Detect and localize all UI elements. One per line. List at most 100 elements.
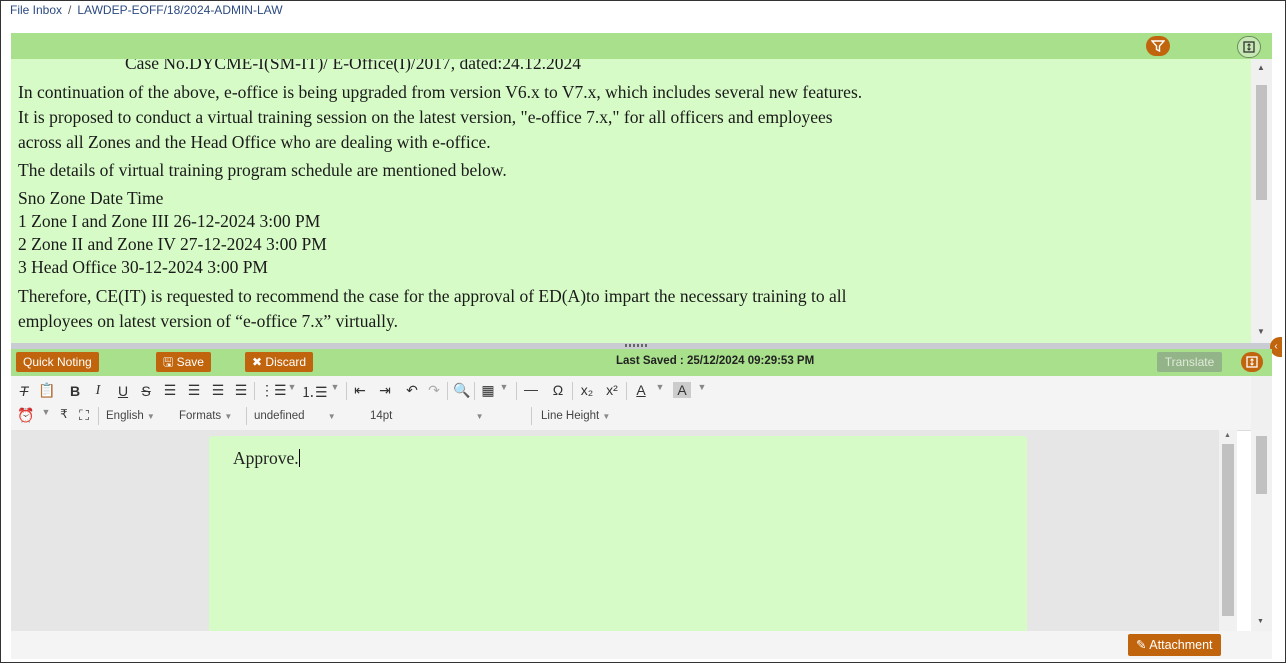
line-height-dropdown[interactable]: Line Height ▼ — [541, 410, 610, 422]
undo-icon[interactable]: ↶ — [403, 382, 421, 399]
toolbar-divider — [254, 382, 255, 400]
schedule-row: 1 Zone I and Zone III 26-12-2024 3:00 PM — [18, 211, 321, 231]
breadcrumb: File Inbox / LAWDEP-EOFF/18/2024-ADMIN-LAW — [10, 0, 283, 22]
splitter-grip-icon[interactable] — [625, 344, 649, 347]
scroll-up-icon[interactable]: ▲ — [1224, 432, 1231, 439]
scroll-down-icon[interactable]: ▼ — [1257, 327, 1265, 336]
chevron-down-icon[interactable]: ▼ — [693, 382, 711, 392]
quick-noting-button[interactable]: Quick Noting — [16, 352, 99, 372]
toolbar-divider — [626, 382, 627, 400]
attachment-button[interactable]: ✎ Attachment — [1128, 634, 1221, 656]
paste-icon[interactable]: 📋 — [38, 382, 56, 399]
background-color-icon[interactable]: A — [673, 382, 691, 398]
note-paragraph-line: It is proposed to conduct a virtual trai… — [18, 107, 833, 127]
outdent-icon[interactable]: ⇤ — [351, 382, 369, 399]
editor-outer-scrollbar[interactable]: ▼ — [1251, 430, 1272, 631]
line-height-value: Line Height — [541, 410, 600, 422]
align-right-icon[interactable]: ☰ — [209, 382, 227, 399]
toolbar-divider — [346, 382, 347, 400]
justify-icon[interactable]: ☰ — [232, 382, 250, 399]
notes-expand-button[interactable] — [1237, 36, 1261, 58]
notes-scrollbar[interactable]: ▲ ▼ — [1251, 59, 1272, 343]
bottom-bar: ✎ Attachment — [11, 631, 1272, 659]
indent-icon[interactable]: ⇥ — [376, 382, 394, 399]
close-icon: ✖ — [252, 355, 263, 369]
schedule-row: 3 Head Office 30-12-2024 3:00 PM — [18, 257, 268, 277]
bold-icon[interactable]: B — [66, 383, 84, 399]
note-paragraph-line: In continuation of the above, e-office i… — [18, 82, 863, 102]
chevron-down-icon[interactable]: ▼ — [495, 382, 513, 392]
toolbar-divider — [531, 407, 532, 425]
underline-icon[interactable]: U — [114, 383, 132, 399]
toolbar-divider — [572, 382, 573, 400]
schedule-header: Sno Zone Date Time — [18, 188, 164, 208]
scroll-up-icon[interactable]: ▲ — [1257, 63, 1265, 72]
last-saved-status: Last Saved : 25/12/2024 09:29:53 PM — [616, 355, 815, 367]
scrollbar-thumb[interactable] — [1256, 436, 1267, 494]
expand-icon — [1246, 356, 1258, 368]
scroll-down-icon[interactable]: ▼ — [1257, 618, 1264, 625]
chevron-left-icon: ‹ — [1274, 341, 1278, 352]
editor-outer-scrollbar-top[interactable] — [1251, 376, 1272, 430]
font-size-dropdown[interactable]: 14pt ▼ — [370, 410, 484, 422]
attachment-label: Attachment — [1149, 638, 1213, 652]
align-center-icon[interactable]: ☰ — [185, 382, 203, 399]
clear-format-icon[interactable]: T — [15, 383, 33, 399]
chevron-down-icon: ▼ — [224, 412, 233, 421]
scrollbar-thumb[interactable] — [1256, 85, 1267, 200]
text-color-icon[interactable]: A — [632, 382, 650, 398]
bullet-list-icon[interactable]: ⋮☰ — [260, 382, 287, 399]
chevron-down-icon[interactable]: ▼ — [283, 382, 301, 392]
language-value: English — [106, 410, 144, 422]
note-content: Case No.DYCME-I(SM-IT)/ E-Office(I)/2017… — [11, 59, 1251, 343]
schedule-row: 2 Zone II and Zone IV 27-12-2024 3:00 PM — [18, 234, 327, 254]
rupee-icon[interactable]: ₹ — [55, 407, 73, 421]
toolbar-divider — [516, 382, 517, 400]
strikethrough-icon[interactable]: S — [137, 383, 155, 399]
special-character-icon[interactable]: Ω — [549, 382, 567, 398]
chevron-down-icon[interactable]: ▼ — [326, 382, 344, 392]
find-icon[interactable]: 🔍 — [453, 382, 471, 399]
save-label: Save — [176, 355, 204, 369]
note-paragraph-line: employees on latest version of “e-office… — [18, 311, 399, 331]
italic-icon[interactable]: I — [89, 383, 107, 399]
editor-inner-scrollbar[interactable]: ▲ — [1219, 430, 1237, 631]
case-reference-line: Case No.DYCME-I(SM-IT)/ E-Office(I)/2017… — [125, 59, 582, 73]
breadcrumb-file[interactable]: LAWDEP-EOFF/18/2024-ADMIN-LAW — [77, 3, 282, 17]
subscript-icon[interactable]: x₂ — [578, 382, 596, 398]
filter-button[interactable] — [1146, 36, 1170, 56]
chevron-down-icon[interactable]: ▼ — [37, 407, 55, 417]
font-family-dropdown[interactable]: undefined ▼ — [254, 410, 336, 422]
text-caret — [298, 449, 300, 467]
superscript-icon[interactable]: x² — [603, 382, 621, 398]
note-paragraph-line: Therefore, CE(IT) is requested to recomm… — [18, 286, 847, 306]
redo-icon[interactable]: ↷ — [425, 382, 443, 399]
horizontal-rule-icon[interactable]: — — [522, 381, 540, 397]
breadcrumb-root-link[interactable]: File Inbox — [10, 3, 62, 17]
numbered-list-icon[interactable]: ⒈☰ — [301, 382, 328, 402]
chevron-down-icon[interactable]: ▼ — [651, 382, 669, 392]
editor-text[interactable]: Approve. — [233, 448, 299, 468]
editor-header: Quick Noting 🖫 Save ✖ Discard Last Saved… — [11, 349, 1272, 376]
fullscreen-icon[interactable]: ⛶ — [75, 407, 93, 424]
formats-dropdown[interactable]: Formats ▼ — [179, 410, 232, 422]
translate-button[interactable]: Translate — [1157, 352, 1222, 372]
align-left-icon[interactable]: ☰ — [161, 382, 179, 399]
formats-value: Formats — [179, 410, 222, 422]
language-dropdown[interactable]: English ▼ — [106, 410, 155, 422]
toolbar-divider — [246, 407, 247, 425]
editor-expand-button[interactable] — [1241, 352, 1263, 372]
discard-button[interactable]: ✖ Discard — [245, 352, 314, 372]
scrollbar-thumb[interactable] — [1222, 444, 1234, 616]
editor-area: Approve. — [11, 430, 1219, 631]
clock-icon[interactable]: ⏰ — [17, 407, 35, 424]
save-button[interactable]: 🖫 Save — [156, 352, 211, 372]
paperclip-icon: ✎ — [1136, 638, 1147, 652]
note-paragraph-line: across all Zones and the Head Office who… — [18, 132, 491, 152]
editor-page[interactable]: Approve. — [209, 436, 1027, 631]
breadcrumb-separator: / — [68, 3, 72, 17]
expand-icon — [1243, 41, 1255, 53]
chevron-down-icon: ▼ — [327, 412, 336, 421]
discard-label: Discard — [265, 355, 307, 369]
chevron-down-icon: ▼ — [475, 412, 484, 421]
